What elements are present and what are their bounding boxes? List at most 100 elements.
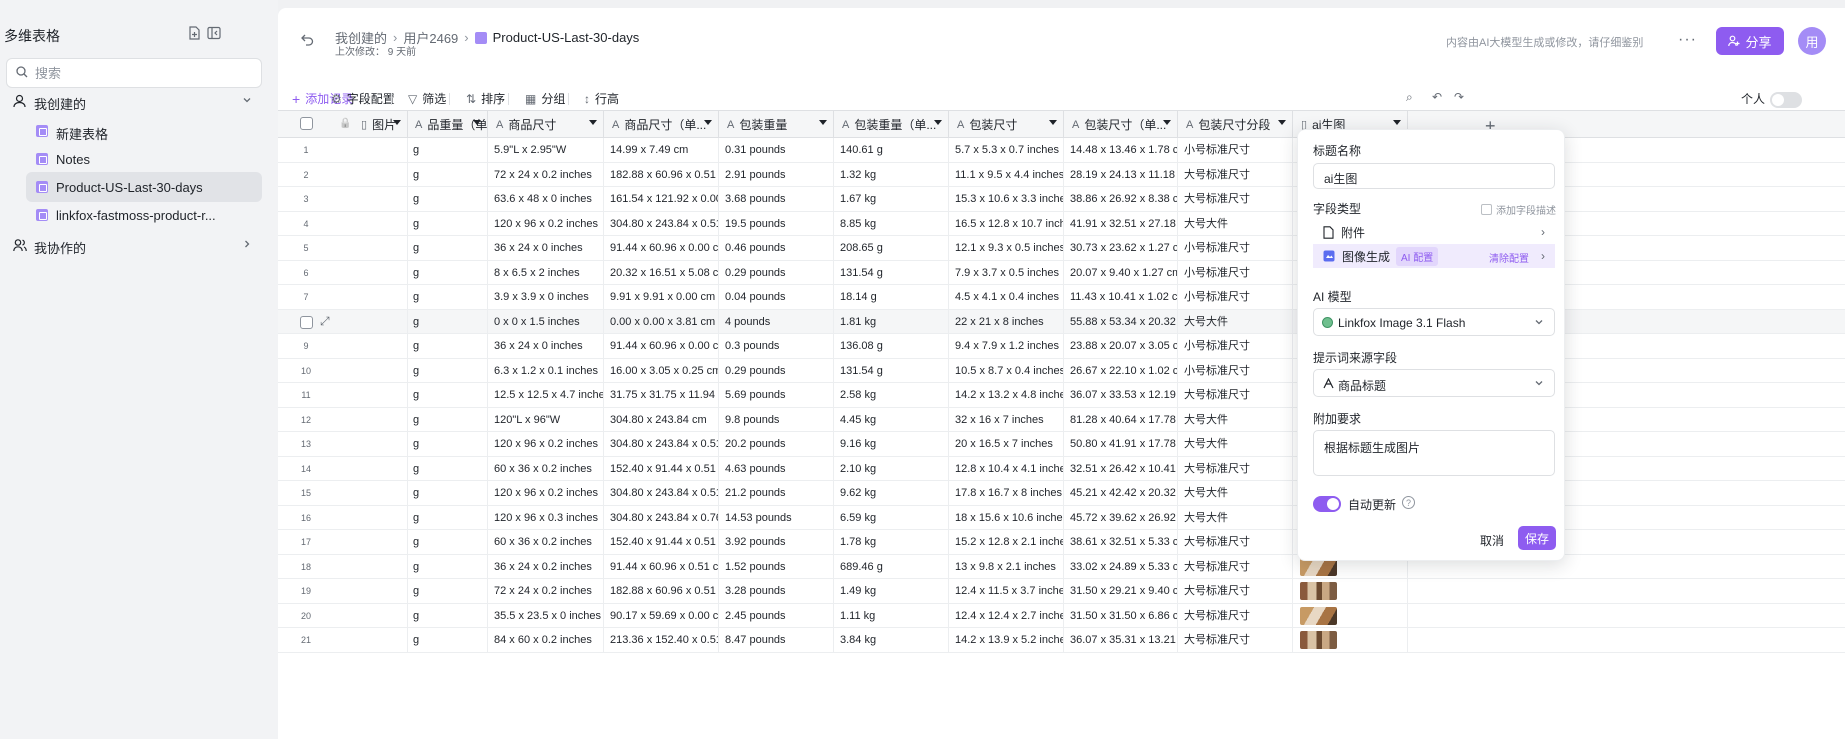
table-cell[interactable]: 136.08 g (834, 334, 949, 358)
search-input[interactable] (35, 64, 255, 82)
column-menu-icon[interactable] (1393, 120, 1401, 125)
table-cell[interactable]: 120 x 96 x 0.2 inches (488, 211, 604, 236)
table-cell[interactable]: 36 x 24 x 0.2 inches (488, 554, 604, 579)
add-description-checkbox[interactable]: 添加字段描述 (1481, 202, 1556, 217)
table-cell[interactable]: 19.5 pounds (719, 211, 834, 236)
table-cell[interactable]: 120 x 96 x 0.2 inches (488, 432, 604, 456)
table-cell[interactable]: g (407, 358, 488, 383)
table-cell[interactable]: 91.44 x 60.96 x 0.00 cm (604, 236, 719, 260)
table-cell[interactable]: 28.19 x 24.13 x 11.18 ... (1064, 162, 1178, 187)
field-type-attachment[interactable]: 附件 › (1313, 220, 1555, 244)
avatar[interactable]: 用 (1798, 27, 1826, 55)
row-checkbox[interactable] (300, 315, 313, 329)
undo-icon[interactable]: ↶ (1432, 90, 1442, 104)
table-cell[interactable]: 小号标准尺寸 (1178, 138, 1293, 162)
table-cell[interactable]: 6.3 x 1.2 x 0.1 inches (488, 358, 604, 383)
cancel-button[interactable]: 取消 (1480, 532, 1504, 549)
table-cell[interactable]: g (407, 432, 488, 456)
table-cell[interactable]: 11.1 x 9.5 x 4.4 inches (949, 162, 1064, 187)
column-menu-icon[interactable] (704, 120, 712, 125)
prompt-source-select[interactable]: 商品标题 (1313, 369, 1555, 397)
table-cell[interactable]: 20.32 x 16.51 x 5.08 cm (604, 260, 719, 285)
table-cell[interactable]: 72 x 24 x 0.2 inches (488, 579, 604, 603)
column-header[interactable]: A 包装重量（单... (834, 111, 949, 138)
table-cell[interactable]: 大号标准尺寸 (1178, 162, 1293, 187)
filter-button[interactable]: ▽ 筛选 (408, 90, 446, 107)
table-cell[interactable]: 3.92 pounds (719, 530, 834, 554)
table-cell[interactable]: 12.4 x 12.4 x 2.7 inches (949, 603, 1064, 628)
table-cell[interactable]: 20.2 pounds (719, 432, 834, 456)
table-cell[interactable]: g (407, 162, 488, 187)
table-cell[interactable]: 152.40 x 91.44 x 0.51 ... (604, 456, 719, 481)
table-cell[interactable]: 20.07 x 9.40 x 1.27 cm (1064, 260, 1178, 285)
table-cell[interactable]: 84 x 60 x 0.2 inches (488, 628, 604, 652)
column-header[interactable]: A 包装尺寸 (949, 111, 1064, 138)
sidebar-item-linkfox[interactable]: linkfox-fastmoss-product-r... (26, 200, 262, 230)
column-header[interactable]: A 包装尺寸分段 (1178, 111, 1293, 138)
table-cell[interactable]: 大号大件 (1178, 211, 1293, 236)
sidebar-search[interactable] (6, 58, 262, 88)
table-row[interactable]: 3 g 63.6 x 48 x 0 inches 161.54 x 121.92 x … (278, 187, 1845, 212)
table-cell[interactable]: 2.58 kg (834, 383, 949, 407)
table-cell[interactable]: g (407, 628, 488, 652)
column-menu-icon[interactable] (1278, 120, 1286, 125)
table-cell[interactable]: 9.62 kg (834, 481, 949, 505)
model-select[interactable]: Linkfox Image 3.1 Flash (1313, 308, 1555, 336)
image-cell[interactable] (353, 530, 408, 554)
ai-config-tag[interactable]: AI 配置 (1396, 246, 1439, 266)
table-cell[interactable]: 35.5 x 23.5 x 0 inches (488, 603, 604, 628)
new-file-icon[interactable] (186, 25, 202, 41)
table-cell[interactable]: 304.80 x 243.84 x 0.76... (604, 505, 719, 530)
table-cell[interactable]: 14.99 x 7.49 cm (604, 138, 719, 162)
table-cell[interactable]: 14.2 x 13.2 x 4.8 inches (949, 383, 1064, 407)
table-cell[interactable]: 31.75 x 31.75 x 11.94 ... (604, 383, 719, 407)
table-cell[interactable]: 大号标准尺寸 (1178, 187, 1293, 211)
table-cell[interactable]: 17.8 x 16.7 x 8 inches (949, 481, 1064, 505)
table-cell[interactable]: g (407, 579, 488, 603)
table-cell[interactable]: 21.2 pounds (719, 481, 834, 505)
table-cell[interactable]: 8.85 kg (834, 211, 949, 236)
table-cell[interactable]: 1.81 kg (834, 309, 949, 334)
table-cell[interactable]: 304.80 x 243.84 x 0.51... (604, 481, 719, 505)
image-cell[interactable] (353, 481, 408, 505)
table-cell[interactable]: 0.04 pounds (719, 285, 834, 309)
table-cell[interactable]: 9.16 kg (834, 432, 949, 456)
table-cell[interactable]: 3.9 x 3.9 x 0 inches (488, 285, 604, 309)
table-cell[interactable]: 45.72 x 39.62 x 26.92 ... (1064, 505, 1178, 530)
table-cell[interactable]: 32 x 16 x 7 inches (949, 407, 1064, 432)
table-cell[interactable]: 12.5 x 12.5 x 4.7 inches (488, 383, 604, 407)
sidebar-item-new-table[interactable]: 新建表格 (26, 116, 262, 146)
table-cell[interactable]: g (407, 236, 488, 260)
table-cell[interactable]: 0.3 pounds (719, 334, 834, 358)
image-thumbnail[interactable] (1300, 582, 1337, 600)
table-cell[interactable]: 45.21 x 42.42 x 20.32 ... (1064, 481, 1178, 505)
column-menu-icon[interactable] (1163, 120, 1171, 125)
image-cell[interactable] (353, 603, 408, 628)
table-cell[interactable]: 9.8 pounds (719, 407, 834, 432)
table-cell[interactable]: 大号标准尺寸 (1178, 383, 1293, 407)
table-cell[interactable]: 6.59 kg (834, 505, 949, 530)
table-cell[interactable]: 36.07 x 35.31 x 13.21 ... (1064, 628, 1178, 652)
table-cell[interactable]: 0.29 pounds (719, 260, 834, 285)
table-cell[interactable]: 小号标准尺寸 (1178, 334, 1293, 358)
table-cell[interactable]: 140.61 g (834, 138, 949, 162)
table-cell[interactable]: 大号标准尺寸 (1178, 579, 1293, 603)
column-header[interactable]: A 商品尺寸 (488, 111, 604, 138)
table-cell[interactable]: 4.63 pounds (719, 456, 834, 481)
table-cell[interactable]: 91.44 x 60.96 x 0.00 cm (604, 334, 719, 358)
table-cell[interactable]: 16.5 x 12.8 x 10.7 inch... (949, 211, 1064, 236)
help-icon[interactable]: ? (1402, 496, 1415, 509)
table-cell[interactable]: 31.50 x 29.21 x 9.40 cm (1064, 579, 1178, 603)
table-cell[interactable]: 41.91 x 32.51 x 27.18 ... (1064, 211, 1178, 236)
table-cell[interactable]: 大号标准尺寸 (1178, 530, 1293, 554)
table-cell[interactable]: 38.61 x 32.51 x 5.33 cm (1064, 530, 1178, 554)
image-cell[interactable] (353, 236, 408, 260)
table-cell[interactable]: g (407, 456, 488, 481)
table-cell[interactable]: 18 x 15.6 x 10.6 inches (949, 505, 1064, 530)
table-cell[interactable]: 120 x 96 x 0.3 inches (488, 505, 604, 530)
table-cell[interactable]: 304.80 x 243.84 x 0.51... (604, 432, 719, 456)
table-cell[interactable]: 36 x 24 x 0 inches (488, 236, 604, 260)
table-row[interactable]: 10 g 6.3 x 1.2 x 0.1 inches 16.00 x 3.05 x … (278, 358, 1845, 383)
table-cell[interactable]: 15.3 x 10.6 x 3.3 inches (949, 187, 1064, 211)
table-cell[interactable]: 131.54 g (834, 260, 949, 285)
